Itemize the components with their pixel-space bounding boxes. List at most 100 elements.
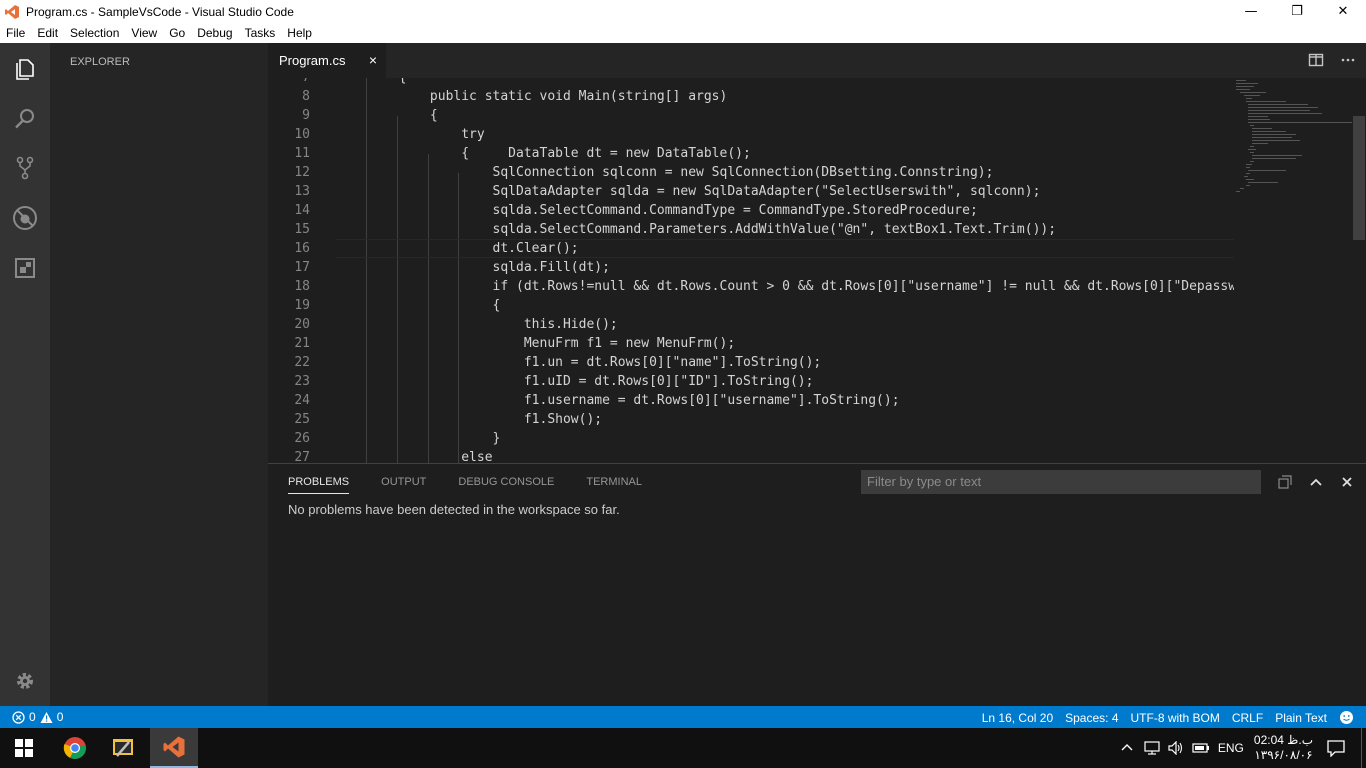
line-number: 13 (294, 184, 310, 199)
network-icon[interactable] (1144, 741, 1160, 755)
tab-close-icon[interactable]: × (369, 52, 377, 68)
code-line[interactable]: 18 if (dt.Rows!=null && dt.Rows.Count > … (268, 277, 1234, 296)
menu-debug[interactable]: Debug (191, 26, 238, 40)
search-activity-button[interactable] (0, 93, 50, 143)
code-line[interactable]: 14 sqlda.SelectCommand.CommandType = Com… (268, 201, 1234, 220)
debug-icon (13, 206, 37, 230)
tab-terminal[interactable]: TERMINAL (586, 476, 642, 494)
problems-message: No problems have been detected in the wo… (288, 502, 620, 517)
taskbar-chrome[interactable] (51, 728, 99, 768)
chrome-icon (63, 737, 86, 759)
code-line[interactable]: 25 f1.Show(); (268, 410, 1234, 429)
minimap[interactable] (1234, 78, 1352, 463)
code-line[interactable]: 22 f1.un = dt.Rows[0]["name"].ToString()… (268, 353, 1234, 372)
tab-program-cs[interactable]: Program.cs × (268, 43, 386, 78)
menu-bar: File Edit Selection View Go Debug Tasks … (0, 23, 1366, 43)
taskbar-clock[interactable]: 02:04 ب.ظ ۱۳۹۶/۰۸/۰۶ (1254, 733, 1313, 763)
vertical-scrollbar[interactable] (1352, 78, 1366, 463)
tools-app-icon (113, 739, 133, 757)
cursor-position[interactable]: Ln 16, Col 20 (982, 711, 1053, 725)
line-number: 16 (294, 241, 310, 256)
tab-output[interactable]: OUTPUT (381, 476, 426, 494)
source-control-activity-button[interactable] (0, 143, 50, 193)
close-window-button[interactable]: ✕ (1320, 0, 1366, 23)
code-line[interactable]: 26 } (268, 429, 1234, 448)
eol-status[interactable]: CRLF (1232, 711, 1263, 725)
taskbar-vscode[interactable] (150, 728, 198, 768)
taskbar-tools-app[interactable] (99, 728, 147, 768)
code-text: f1.uID = dt.Rows[0]["ID"].ToString(); (336, 374, 814, 389)
problems-status[interactable]: 0 0 (12, 710, 63, 724)
gear-icon (17, 673, 33, 689)
code-line[interactable]: 12 SqlConnection sqlconn = new SqlConnec… (268, 163, 1234, 182)
code-text: SqlDataAdapter sqlda = new SqlDataAdapte… (336, 184, 1041, 199)
scrollbar-thumb[interactable] (1353, 116, 1365, 240)
volume-icon[interactable] (1168, 741, 1184, 755)
code-line[interactable]: 17 sqlda.Fill(dt); (268, 258, 1234, 277)
manage-activity-button[interactable] (0, 656, 50, 706)
minimize-button[interactable]: — (1228, 0, 1274, 23)
code-line[interactable]: 21 MenuFrm f1 = new MenuFrm(); (268, 334, 1234, 353)
notifications-icon[interactable] (1327, 739, 1345, 757)
code-line[interactable]: 19 { (268, 296, 1234, 315)
code-line[interactable]: 11 { DataTable dt = new DataTable(); (268, 144, 1234, 163)
clock-time: 02:04 ب.ظ (1253, 733, 1313, 747)
code-text: f1.Show(); (336, 412, 603, 427)
more-actions-icon[interactable] (1340, 52, 1356, 68)
editor-area: Program.cs × 7 {8 public static void Mai… (268, 43, 1366, 463)
line-number: 14 (294, 203, 310, 218)
start-button[interactable] (0, 728, 48, 768)
code-line[interactable]: 20 this.Hide(); (268, 315, 1234, 334)
extensions-activity-button[interactable] (0, 243, 50, 293)
windows-logo-icon (15, 739, 33, 757)
input-language[interactable]: ENG (1218, 741, 1244, 755)
indentation-status[interactable]: Spaces: 4 (1065, 711, 1118, 725)
code-line[interactable]: 23 f1.uID = dt.Rows[0]["ID"].ToString(); (268, 372, 1234, 391)
code-text: public static void Main(string[] args) (336, 89, 728, 104)
code-line[interactable]: 9 { (268, 106, 1234, 125)
feedback-smiley-icon[interactable] (1339, 710, 1354, 725)
tab-debug-console[interactable]: DEBUG CONSOLE (458, 476, 554, 494)
language-mode[interactable]: Plain Text (1275, 711, 1327, 725)
code-line[interactable]: 7 { (268, 78, 1234, 87)
menu-file[interactable]: File (0, 26, 31, 40)
close-panel-icon[interactable] (1340, 475, 1354, 489)
code-line[interactable]: 8 public static void Main(string[] args) (268, 87, 1234, 106)
menu-edit[interactable]: Edit (31, 26, 64, 40)
code-text: else (336, 450, 493, 463)
tab-label: Program.cs (279, 53, 346, 68)
problems-filter-input[interactable]: Filter by type or text (861, 470, 1261, 494)
chevron-up-tray-icon[interactable] (1120, 741, 1134, 755)
code-text: sqlda.SelectCommand.CommandType = Comman… (336, 203, 978, 218)
chevron-up-icon[interactable] (1308, 474, 1324, 490)
code-line[interactable]: 10 try (268, 125, 1234, 144)
code-line[interactable]: 13 SqlDataAdapter sqlda = new SqlDataAda… (268, 182, 1234, 201)
line-number: 20 (294, 317, 310, 332)
code-line[interactable]: 24 f1.username = dt.Rows[0]["username"].… (268, 391, 1234, 410)
collapse-all-icon[interactable] (1278, 475, 1292, 489)
encoding-status[interactable]: UTF-8 with BOM (1131, 711, 1220, 725)
maximize-button[interactable]: ❐ (1274, 0, 1320, 23)
error-count: 0 (29, 710, 36, 724)
menu-view[interactable]: View (125, 26, 163, 40)
explorer-activity-button[interactable] (0, 43, 50, 93)
show-desktop-button[interactable] (1361, 728, 1366, 768)
code-line[interactable]: 27 else (268, 448, 1234, 463)
code-text: f1.un = dt.Rows[0]["name"].ToString(); (336, 355, 822, 370)
debug-activity-button[interactable] (0, 193, 50, 243)
menu-tasks[interactable]: Tasks (239, 26, 282, 40)
code-line[interactable]: 16 dt.Clear(); (268, 239, 1234, 258)
split-editor-icon[interactable] (1308, 52, 1324, 68)
code-line[interactable]: 15 sqlda.SelectCommand.Parameters.AddWit… (268, 220, 1234, 239)
search-icon (15, 109, 34, 129)
code-editor[interactable]: 7 {8 public static void Main(string[] ar… (268, 78, 1234, 463)
line-number: 9 (302, 108, 310, 123)
battery-icon[interactable] (1192, 742, 1210, 754)
line-number: 24 (294, 393, 310, 408)
tab-problems[interactable]: PROBLEMS (288, 476, 350, 494)
menu-selection[interactable]: Selection (64, 26, 125, 40)
vscode-logo-icon (5, 4, 19, 19)
menu-help[interactable]: Help (281, 26, 318, 40)
menu-go[interactable]: Go (163, 26, 191, 40)
source-control-icon (16, 156, 34, 180)
